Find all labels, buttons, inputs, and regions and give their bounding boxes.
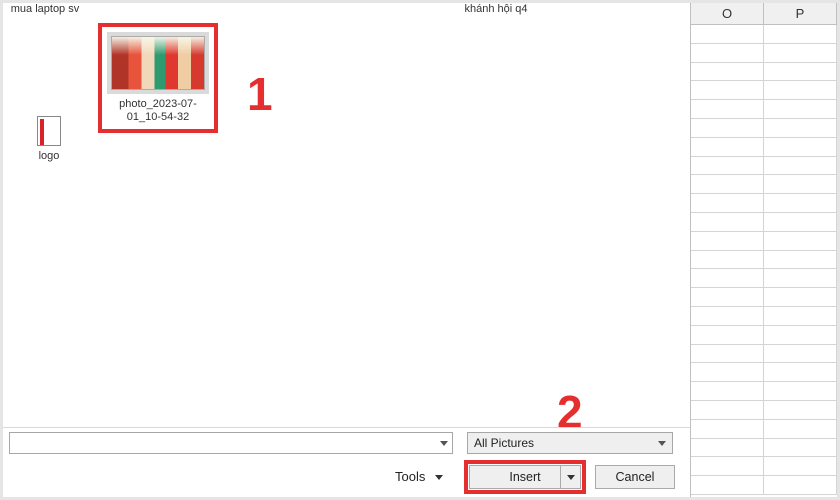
image-thumbnail (111, 36, 205, 90)
chevron-down-icon[interactable] (435, 475, 443, 480)
image-thumbnail-frame (107, 32, 209, 94)
file-browser-pane[interactable]: logo photo_2023-07-01_10-54-32 1 (3, 21, 690, 387)
spreadsheet-grid: O P (690, 3, 837, 497)
file-item-photo-selected[interactable]: photo_2023-07-01_10-54-32 (98, 23, 218, 133)
annotation-step-1: 1 (247, 67, 273, 121)
file-item-logo[interactable]: logo (19, 116, 79, 162)
folder-label[interactable]: mua laptop sv (5, 3, 85, 15)
insert-picture-dialog: mua laptop sv khánh hội q4 logo photo_20… (3, 3, 690, 497)
file-label: logo (19, 150, 79, 162)
insert-dropdown-toggle[interactable] (560, 466, 580, 488)
cancel-button[interactable]: Cancel (595, 465, 675, 489)
cancel-button-label: Cancel (616, 470, 655, 484)
dialog-bottom-bar: All Pictures Tools Insert Cancel (3, 427, 690, 497)
sheet-cells[interactable] (691, 25, 837, 495)
insert-button-label: Insert (480, 466, 570, 488)
document-icon (37, 116, 61, 146)
filename-combobox[interactable] (9, 432, 453, 454)
filetype-combobox[interactable]: All Pictures (467, 432, 673, 454)
insert-button[interactable]: Insert (469, 465, 581, 489)
column-headers: O P (691, 3, 837, 25)
tools-menu-label[interactable]: Tools (395, 469, 425, 484)
filetype-value: All Pictures (474, 436, 534, 450)
screenshot-root: O P (0, 0, 840, 500)
col-header-o[interactable]: O (691, 3, 764, 25)
file-label: photo_2023-07-01_10-54-32 (107, 98, 209, 124)
folder-label[interactable]: khánh hội q4 (451, 3, 541, 15)
col-header-p[interactable]: P (764, 3, 837, 25)
